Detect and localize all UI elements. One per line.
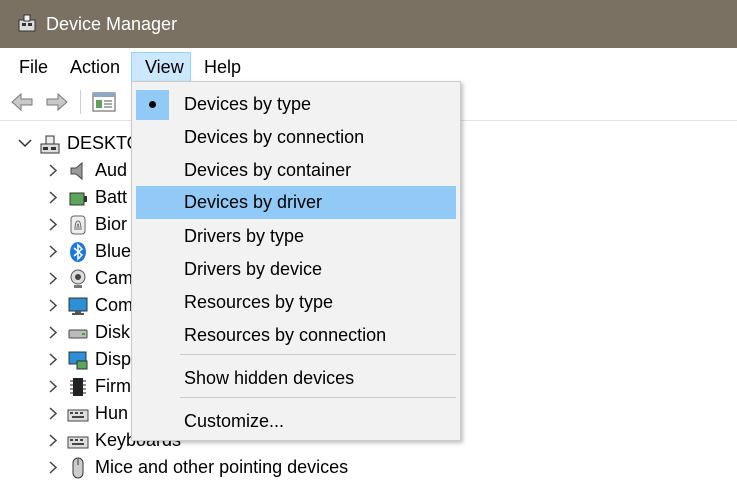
chevron-right-icon[interactable]: [45, 400, 61, 427]
bluetooth-icon: [70, 242, 86, 262]
menu-item-label: Drivers by device: [184, 259, 323, 279]
menu-item-devices-by-connection[interactable]: Devices by connection: [136, 121, 456, 154]
menu-action[interactable]: Action: [61, 52, 129, 82]
firmware-chip-icon: [70, 378, 86, 396]
chevron-right-icon[interactable]: [45, 319, 61, 346]
battery-icon: [69, 192, 87, 206]
menu-item-devices-by-container[interactable]: Devices by container: [136, 154, 456, 187]
properties-icon[interactable]: [91, 90, 117, 114]
chevron-right-icon[interactable]: [45, 184, 61, 211]
menu-separator: [180, 397, 456, 398]
chevron-right-icon[interactable]: [45, 157, 61, 184]
menu-bar: File Action View Help: [0, 48, 737, 84]
menu-item-label: Resources by type: [184, 292, 334, 312]
device-manager-icon: [18, 14, 36, 32]
tree-item-label: Batt: [95, 187, 128, 207]
checked-indicator: [136, 90, 169, 120]
menu-help[interactable]: Help: [195, 52, 250, 82]
chevron-right-icon[interactable]: [45, 265, 61, 292]
menu-item-drivers-by-type[interactable]: Drivers by type: [136, 220, 456, 253]
view-menu-dropdown: Devices by type Devices by connection De…: [131, 81, 461, 441]
menu-view[interactable]: View: [131, 52, 191, 82]
menu-file[interactable]: File: [10, 52, 57, 82]
tree-item-label: Mice and other pointing devices: [95, 457, 349, 477]
menu-item-label: Show hidden devices: [184, 368, 355, 388]
menu-item-devices-by-type[interactable]: Devices by type: [136, 88, 456, 121]
keyboard-icon: [67, 436, 89, 449]
back-arrow-icon[interactable]: [9, 90, 35, 114]
mouse-icon: [72, 457, 84, 479]
tree-root-label: DESKTO: [67, 133, 141, 153]
menu-item-label: Devices by driver: [184, 192, 323, 212]
disk-drive-icon: [68, 329, 88, 339]
chevron-right-icon[interactable]: [45, 373, 61, 400]
chevron-right-icon[interactable]: [45, 346, 61, 373]
window-title: Device Manager: [46, 14, 178, 34]
tree-item-label: Cam: [95, 268, 134, 288]
tree-item-label: Hun: [95, 403, 129, 423]
menu-item-show-hidden-devices[interactable]: Show hidden devices: [136, 362, 456, 395]
radio-dot-icon: [149, 101, 156, 108]
menu-item-devices-by-driver[interactable]: Devices by driver: [136, 186, 456, 219]
tree-item-label: Bior: [95, 214, 128, 234]
speaker-icon: [70, 161, 83, 181]
menu-item-label: Devices by container: [184, 160, 352, 180]
computer-icon: [40, 135, 60, 154]
forward-arrow-icon[interactable]: [44, 90, 70, 114]
tree-item-label: Disk: [95, 322, 130, 342]
tree-item-label: Aud: [95, 160, 128, 180]
toolbar-separator: [80, 90, 81, 114]
menu-item-customize[interactable]: Customize...: [136, 405, 456, 438]
menu-separator: [180, 354, 456, 355]
chevron-down-icon[interactable]: [17, 130, 33, 157]
menu-item-label: Customize...: [184, 411, 285, 431]
chevron-right-icon[interactable]: [45, 238, 61, 265]
keyboard-icon: [67, 409, 89, 422]
chevron-right-icon[interactable]: [45, 427, 61, 454]
tree-item-label: Disp: [95, 349, 132, 369]
menu-item-label: Devices by connection: [184, 127, 365, 147]
menu-item-resources-by-connection[interactable]: Resources by connection: [136, 319, 456, 352]
display-adapter-icon: [68, 351, 88, 370]
chevron-right-icon[interactable]: [45, 211, 61, 238]
menu-item-label: Resources by connection: [184, 325, 387, 345]
monitor-icon: [68, 297, 88, 315]
tree-item-label: Com: [95, 295, 134, 315]
chevron-right-icon[interactable]: [45, 454, 61, 481]
menu-item-label: Drivers by type: [184, 226, 305, 246]
title-bar: Device Manager: [0, 0, 737, 48]
tree-item-label: Blue: [95, 241, 132, 261]
camera-icon: [70, 269, 86, 288]
chevron-right-icon[interactable]: [45, 292, 61, 319]
menu-item-label: Devices by type: [184, 94, 312, 114]
tree-item-mice[interactable]: Mice and other pointing devices: [45, 454, 445, 481]
menu-item-resources-by-type[interactable]: Resources by type: [136, 286, 456, 319]
tree-item-label: Firm: [95, 376, 131, 396]
fingerprint-icon: [70, 215, 86, 235]
menu-item-drivers-by-device[interactable]: Drivers by device: [136, 253, 456, 286]
